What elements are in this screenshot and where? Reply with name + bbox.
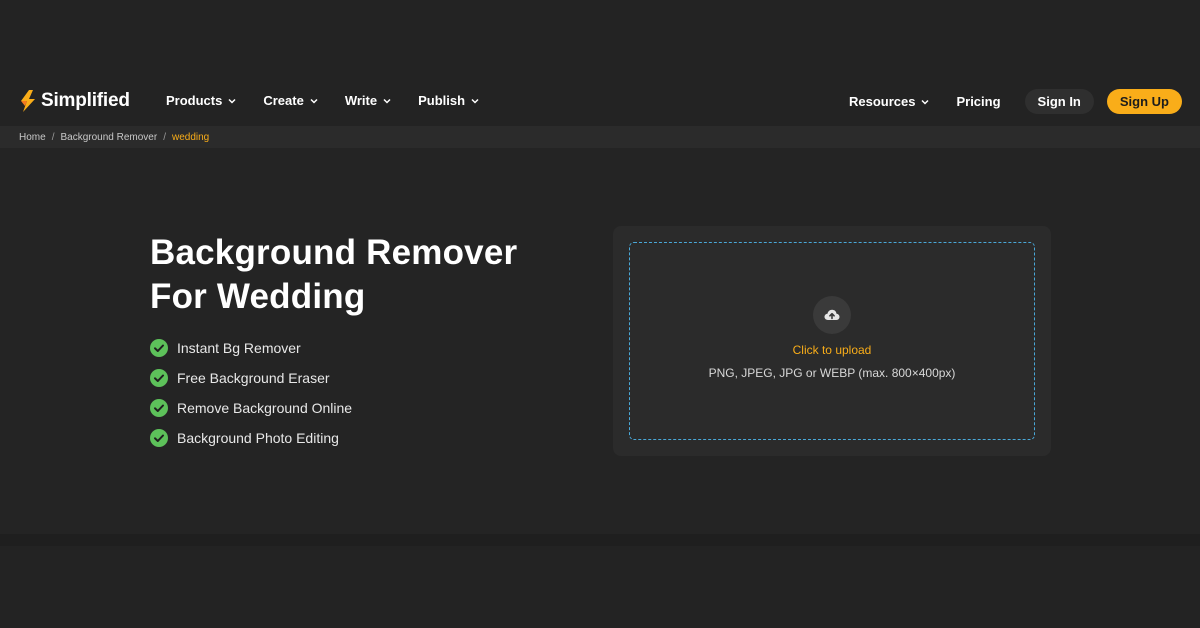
check-circle-icon (150, 339, 168, 357)
sign-in-button[interactable]: Sign In (1024, 89, 1094, 114)
upload-button[interactable] (813, 296, 851, 334)
sign-up-button[interactable]: Sign Up (1106, 89, 1182, 114)
nav-right: Resources Pricing Sign In Sign Up (849, 89, 1182, 114)
breadcrumb-separator: / (163, 131, 166, 143)
chevron-down-icon (228, 98, 236, 104)
nav-pricing[interactable]: Pricing (956, 94, 1000, 109)
page-title-line-2: For Wedding (150, 277, 366, 316)
breadcrumb-current: wedding (171, 131, 210, 143)
breadcrumb-home[interactable]: Home (19, 132, 46, 143)
upload-dropzone[interactable]: Click to upload PNG, JPEG, JPG or WEBP (… (629, 242, 1035, 440)
brand-name: Simplified (41, 90, 130, 111)
chevron-down-icon (310, 98, 318, 104)
simplified-logo-icon (21, 90, 35, 112)
feature-label: Instant Bg Remover (177, 340, 301, 356)
breadcrumb: Home / Background Remover / wedding (0, 126, 1200, 148)
page-title-line-1: Background Remover (150, 233, 518, 272)
nav-create[interactable]: Create (263, 93, 318, 108)
feature-label: Remove Background Online (177, 400, 353, 416)
breadcrumb-separator: / (51, 131, 55, 143)
chevron-down-icon (471, 98, 479, 104)
nav-publish[interactable]: Publish (418, 93, 480, 108)
feature-label: Free Background Eraser (177, 370, 330, 386)
check-circle-icon (150, 429, 168, 447)
feature-item: Instant Bg Remover (150, 333, 352, 363)
section-divider (0, 534, 1200, 546)
breadcrumb-background-remover[interactable]: Background Remover (60, 132, 157, 143)
click-to-upload-link[interactable]: Click to upload (793, 343, 872, 357)
chevron-down-icon (383, 98, 391, 104)
upload-format-hint: PNG, JPEG, JPG or WEBP (max. 800×400px) (708, 366, 956, 380)
feature-label: Background Photo Editing (177, 430, 339, 446)
main-nav: Products Create Write Publish (166, 93, 506, 108)
upload-card: Click to upload PNG, JPEG, JPG or WEBP (… (613, 226, 1051, 456)
nav-write[interactable]: Write (345, 93, 392, 108)
nav-products[interactable]: Products (166, 93, 237, 108)
nav-resources[interactable]: Resources (849, 94, 930, 109)
brand-logo[interactable]: Simplified (18, 89, 130, 113)
nav-write-label: Write (344, 93, 378, 108)
feature-item: Remove Background Online (150, 393, 352, 423)
top-navigation: Simplified Products Create Write Publish… (0, 75, 1200, 127)
nav-create-label: Create (263, 93, 304, 108)
feature-item: Free Background Eraser (150, 363, 352, 393)
check-circle-icon (150, 369, 168, 387)
nav-publish-label: Publish (418, 93, 466, 108)
nav-products-label: Products (166, 93, 223, 108)
feature-item: Background Photo Editing (150, 423, 352, 453)
cloud-upload-icon (824, 309, 840, 320)
chevron-down-icon (921, 99, 929, 105)
nav-resources-label: Resources (848, 94, 916, 109)
page-title: Background Remover For Wedding (150, 231, 517, 319)
check-circle-icon (150, 399, 168, 417)
feature-list: Instant Bg Remover Free Background Erase… (150, 333, 352, 453)
